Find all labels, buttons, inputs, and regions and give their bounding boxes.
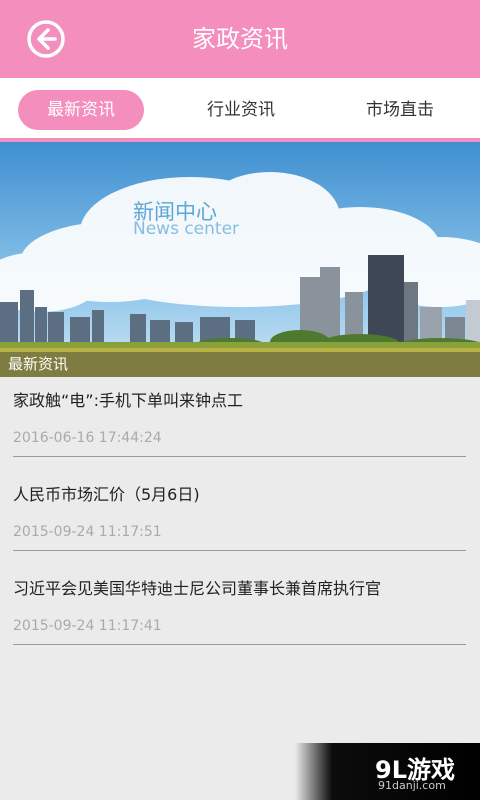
tab-latest-news[interactable]: 最新资讯	[18, 90, 144, 130]
page-title: 家政资讯	[192, 25, 288, 53]
news-title: 习近平会见美国华特迪士尼公司董事长兼首席执行官	[13, 579, 382, 598]
back-button[interactable]	[26, 19, 66, 59]
news-banner[interactable]: 新闻中心 News center	[0, 142, 480, 377]
news-date: 2015-09-24 11:17:51	[13, 524, 162, 540]
watermark-url: 91danji.com	[378, 779, 446, 792]
news-title: 人民币市场汇价（5月6日)	[13, 485, 200, 504]
back-arrow-icon	[27, 20, 65, 58]
app-header: 家政资讯	[0, 0, 480, 78]
tab-industry-news[interactable]: 行业资讯	[178, 90, 304, 130]
news-list-item[interactable]: 家政触“电”:手机下单叫来钟点工 2016-06-16 17:44:24	[13, 372, 466, 457]
city-skyline-image	[0, 142, 480, 377]
news-date: 2015-09-24 11:17:41	[13, 618, 162, 634]
news-title: 家政触“电”:手机下单叫来钟点工	[13, 391, 243, 410]
tab-market-news[interactable]: 市场直击	[337, 90, 463, 130]
banner-subtitle: News center	[133, 219, 240, 239]
news-list-item[interactable]: 习近平会见美国华特迪士尼公司董事长兼首席执行官 2015-09-24 11:17…	[13, 560, 466, 645]
tab-bar: 最新资讯 行业资讯 市场直击	[0, 78, 480, 142]
news-date: 2016-06-16 17:44:24	[13, 430, 162, 446]
news-list-item[interactable]: 人民币市场汇价（5月6日) 2015-09-24 11:17:51	[13, 466, 466, 551]
